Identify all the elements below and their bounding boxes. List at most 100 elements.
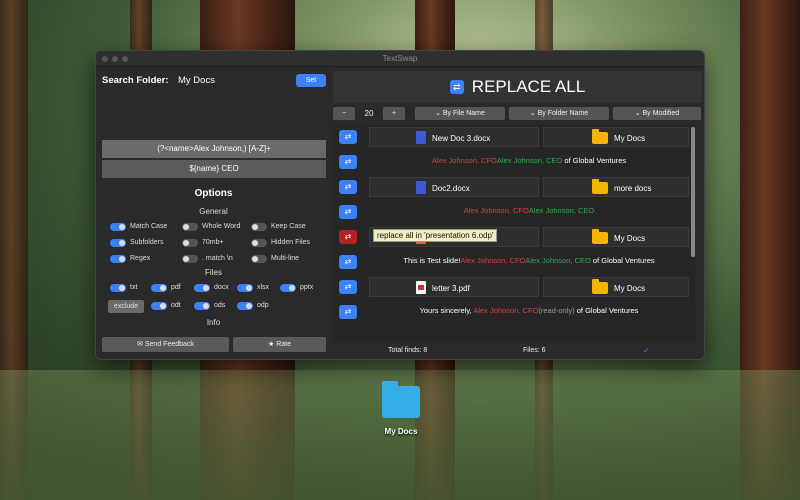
replace-all-button[interactable]: ⇄ REPLACE ALL <box>333 71 702 103</box>
results-scrollbar[interactable] <box>691 127 695 257</box>
folder-cell[interactable]: more docs <box>543 177 689 197</box>
option-match-n[interactable]: . match \n <box>182 253 233 264</box>
option-multi-line[interactable]: Multi-line <box>251 253 299 264</box>
replacement-text: Alex Johnson, CEO <box>496 156 563 165</box>
toggle-label: Multi-line <box>271 255 300 262</box>
filetype-ods[interactable]: ods <box>194 300 225 311</box>
file-row: ⇄ Doc2.docx more docs <box>333 175 695 199</box>
replace-line-button[interactable]: ⇄ <box>339 255 357 269</box>
filetype-pptx[interactable]: pptx <box>280 282 313 293</box>
toggle-switch[interactable] <box>280 283 296 292</box>
folder-cell[interactable]: My Docs <box>543 127 689 147</box>
filetype-pdf[interactable]: pdf <box>151 282 181 293</box>
file-name: Doc2.docx <box>432 184 470 193</box>
folder-icon <box>592 129 608 144</box>
folder-icon <box>592 179 608 194</box>
filetype-odp[interactable]: odp <box>237 300 269 311</box>
filetype-odt[interactable]: odt <box>151 300 181 311</box>
title-bar: TextSwap <box>96 51 704 67</box>
match-line-text: Alex Johnson, CFOAlex Johnson, CEO of Gl… <box>369 156 689 165</box>
toggle-switch[interactable] <box>251 238 267 247</box>
sort-by-modified-button[interactable]: ⌄ By Modified <box>613 107 701 120</box>
toggle-switch[interactable] <box>237 283 253 292</box>
document-file-icon <box>416 131 426 144</box>
toggle-switch[interactable] <box>182 254 198 263</box>
set-folder-button[interactable]: Set <box>296 74 326 87</box>
replace-pattern-field[interactable]: ${name} CEO <box>102 160 326 178</box>
search-folder-row: Search Folder: My Docs Set <box>102 73 326 89</box>
toggle-switch[interactable] <box>110 254 126 263</box>
results-panel: ⇄ REPLACE ALL − 20 + ⌄ By File Name ⌄ By… <box>333 67 704 359</box>
option-70mb[interactable]: 70mb+ <box>182 237 224 248</box>
toggle-switch[interactable] <box>151 283 167 292</box>
match-row: ⇄ Yours sincerely, Alex Johnson, CFO(read… <box>333 300 695 324</box>
sort-by-file-name-button[interactable]: ⌄ By File Name <box>415 107 505 120</box>
toggle-switch[interactable] <box>237 301 253 310</box>
replace-line-button[interactable]: ⇄ <box>339 205 357 219</box>
replace-in-file-button[interactable]: ⇄ <box>339 130 357 144</box>
increase-button[interactable]: + <box>383 107 405 120</box>
toggle-switch[interactable] <box>251 222 267 231</box>
find-pattern-field[interactable]: (?<name>Alex Johnson,) [A-Z]+ <box>102 140 326 158</box>
zoom-window-button[interactable] <box>122 56 128 62</box>
option-hidden-files[interactable]: Hidden Files <box>251 237 310 248</box>
folder-cell[interactable]: My Docs <box>543 227 689 247</box>
files-section-label: Files <box>205 268 222 277</box>
replace-in-file-button[interactable]: ⇄ <box>339 180 357 194</box>
toggle-switch[interactable] <box>251 254 267 263</box>
close-window-button[interactable] <box>102 56 108 62</box>
toggle-label: odp <box>257 302 269 309</box>
replace-icon: ⇄ <box>449 80 464 94</box>
toggle-label: Match Case <box>130 223 168 230</box>
exclude-button[interactable]: exclude <box>108 300 144 313</box>
found-text: Alex Johnson, CFO <box>463 206 529 215</box>
toggle-switch[interactable] <box>194 283 210 292</box>
option-subfolders[interactable]: Subfolders <box>110 237 163 248</box>
replace-line-button[interactable]: ⇄ <box>339 305 357 319</box>
sort-by-folder-name-button[interactable]: ⌄ By Folder Name <box>509 107 609 120</box>
decrease-button[interactable]: − <box>333 107 355 120</box>
file-name-cell[interactable]: New Doc 3.docx <box>369 127 539 147</box>
option-keep-case[interactable]: Keep Case <box>251 221 306 232</box>
filetype-txt[interactable]: txt <box>110 282 137 293</box>
replace-in-file-button[interactable]: ⇄ <box>339 230 357 244</box>
toggle-switch[interactable] <box>194 301 210 310</box>
sort-controls: − 20 + ⌄ By File Name ⌄ By Folder Name ⌄… <box>333 107 702 121</box>
match-row: ⇄ Alex Johnson, CFOAlex Johnson, CEO <box>333 200 695 224</box>
context-text: of Global Ventures <box>590 256 655 265</box>
filetype-xlsx[interactable]: xlsx <box>237 282 269 293</box>
document-file-icon <box>416 181 426 194</box>
found-text: Alex Johnson, CFO <box>431 156 497 165</box>
minimize-window-button[interactable] <box>112 56 118 62</box>
folder-name: My Docs <box>614 134 646 143</box>
toggle-label: odt <box>171 302 181 309</box>
window-controls[interactable] <box>102 56 128 62</box>
filetype-docx[interactable]: docx <box>194 282 229 293</box>
toggle-switch[interactable] <box>182 222 198 231</box>
option-whole-word[interactable]: Whole Word <box>182 221 240 232</box>
send-feedback-button[interactable]: ✉ Send Feedback <box>102 337 229 352</box>
toggle-switch[interactable] <box>110 283 126 292</box>
replace-in-file-button[interactable]: ⇄ <box>339 280 357 294</box>
replacement-text: Alex Johnson, CEO <box>525 256 591 265</box>
option-regex[interactable]: Regex <box>110 253 150 264</box>
toggle-switch[interactable] <box>110 222 126 231</box>
desktop-folder-icon[interactable] <box>382 381 420 418</box>
search-folder-label: Search Folder: <box>102 75 169 86</box>
toggle-switch[interactable] <box>151 301 167 310</box>
file-name-cell[interactable]: Doc2.docx <box>369 177 539 197</box>
desktop-folder-label[interactable]: My Docs <box>372 427 430 436</box>
info-section-label: Info <box>206 318 221 327</box>
replacement-text: Alex Johnson, CEO <box>528 206 595 215</box>
replace-line-button[interactable]: ⇄ <box>339 155 357 169</box>
rate-button[interactable]: ★ Rate <box>233 337 326 352</box>
replace-tooltip: replace all in 'presentation 6.odp' <box>373 229 498 242</box>
file-row: ⇄ letter 3.pdf My Docs <box>333 275 695 299</box>
file-name-cell[interactable]: letter 3.pdf <box>369 277 539 297</box>
folder-cell[interactable]: My Docs <box>543 277 689 297</box>
file-row: ⇄ New Doc 3.docx My Docs <box>333 125 695 149</box>
toggle-label: pdf <box>171 284 181 291</box>
option-match-case[interactable]: Match Case <box>110 221 167 232</box>
toggle-switch[interactable] <box>110 238 126 247</box>
toggle-switch[interactable] <box>182 238 198 247</box>
